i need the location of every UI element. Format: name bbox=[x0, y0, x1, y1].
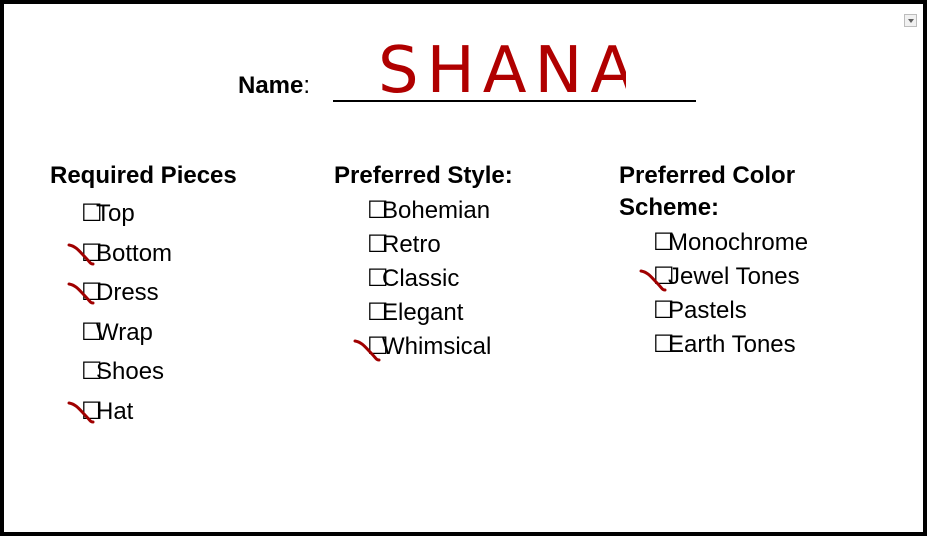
checkbox-icon[interactable]: ☐ bbox=[81, 194, 103, 234]
checkbox-item[interactable]: ☐Hat bbox=[67, 392, 237, 432]
checkbox-icon[interactable]: ☐ bbox=[653, 328, 675, 362]
preferred-color-scheme-column: Preferred Color Scheme: ☐Monochrome ☐Jewe… bbox=[619, 160, 849, 362]
column-heading: Preferred Color Scheme: bbox=[619, 162, 796, 221]
chevron-down-icon[interactable] bbox=[904, 14, 917, 27]
checkbox-item[interactable]: ☐Jewel Tones bbox=[639, 260, 849, 294]
checkbox-icon[interactable]: ☐ bbox=[81, 392, 103, 432]
checkbox-icon[interactable]: ☐ bbox=[367, 262, 389, 296]
checkbox-item[interactable]: ☐Shoes bbox=[81, 352, 237, 392]
checkbox-label: Wrap bbox=[96, 318, 153, 346]
checkbox-label: Hat bbox=[96, 397, 134, 425]
checkbox-icon[interactable]: ☐ bbox=[81, 234, 103, 274]
checkbox-label: Top bbox=[96, 200, 135, 227]
checkbox-icon[interactable]: ☐ bbox=[653, 226, 675, 260]
checkbox-item[interactable]: ☐Bohemian bbox=[367, 194, 513, 228]
name-colon: : bbox=[303, 72, 311, 99]
checkbox-item[interactable]: ☐Pastels bbox=[653, 294, 849, 328]
checkbox-icon[interactable]: ☐ bbox=[367, 228, 389, 262]
checkbox-label: Monochrome bbox=[668, 229, 809, 256]
checkbox-item[interactable]: ☐Earth Tones bbox=[653, 328, 849, 362]
checkbox-item[interactable]: ☐Retro bbox=[367, 228, 513, 262]
checkbox-label: Whimsical bbox=[382, 333, 492, 360]
checkbox-icon[interactable]: ☐ bbox=[81, 273, 103, 313]
checkbox-item[interactable]: ☐Wrap bbox=[81, 313, 237, 353]
required-pieces-column: Required Pieces ☐Top ☐Bottom ☐Dress ☐Wrap ☐S… bbox=[50, 160, 237, 431]
name-row: Name: bbox=[238, 72, 310, 100]
checkbox-label: Shoes bbox=[96, 358, 165, 385]
item-list: ☐Top ☐Bottom ☐Dress ☐Wrap ☐Shoes ☐Hat bbox=[67, 194, 237, 432]
checkbox-label: Bohemian bbox=[382, 197, 491, 224]
handwritten-signature: SHANA bbox=[378, 34, 626, 108]
checkbox-icon[interactable]: ☐ bbox=[367, 296, 389, 330]
signature-text: SHANA bbox=[378, 34, 626, 108]
checkbox-label: Earth Tones bbox=[668, 331, 796, 358]
checkbox-icon[interactable]: ☐ bbox=[81, 313, 103, 353]
checkbox-label: Classic bbox=[382, 265, 460, 292]
preferred-style-column: Preferred Style: ☐Bohemian ☐Retro ☐Classic… bbox=[334, 160, 513, 364]
checkbox-item[interactable]: ☐Elegant bbox=[367, 296, 513, 330]
checkbox-label: Retro bbox=[382, 231, 441, 258]
column-heading: Preferred Style: bbox=[334, 162, 513, 189]
checkbox-label: Elegant bbox=[382, 299, 464, 326]
column-heading: Required Pieces bbox=[50, 162, 237, 189]
checkbox-label: Pastels bbox=[668, 297, 747, 324]
checkbox-icon[interactable]: ☐ bbox=[81, 352, 103, 392]
checkbox-icon[interactable]: ☐ bbox=[653, 260, 675, 294]
checkbox-label: Bottom bbox=[96, 239, 173, 267]
checkbox-item[interactable]: ☐Dress bbox=[67, 273, 237, 313]
item-list: ☐Bohemian ☐Retro ☐Classic ☐Elegant ☐Whimsica… bbox=[353, 194, 513, 364]
checkbox-label: Dress bbox=[96, 279, 159, 306]
checkbox-item[interactable]: ☐Monochrome bbox=[653, 226, 849, 260]
checkbox-label: Jewel Tones bbox=[668, 263, 800, 290]
checkbox-item[interactable]: ☐Whimsical bbox=[353, 330, 513, 364]
checkbox-icon[interactable]: ☐ bbox=[367, 194, 389, 228]
checkbox-item[interactable]: ☐Top bbox=[81, 194, 237, 234]
checkbox-item[interactable]: ☐Classic bbox=[367, 262, 513, 296]
checkbox-icon[interactable]: ☐ bbox=[367, 330, 389, 364]
form-frame: Name: SHANA Required Pieces ☐Top ☐Bottom ☐… bbox=[0, 0, 927, 536]
name-label: Name bbox=[238, 72, 304, 99]
checkbox-icon[interactable]: ☐ bbox=[653, 294, 675, 328]
item-list: ☐Monochrome ☐Jewel Tones ☐Pastels ☐Earth To… bbox=[639, 226, 849, 362]
checkbox-item[interactable]: ☐Bottom bbox=[67, 234, 237, 274]
